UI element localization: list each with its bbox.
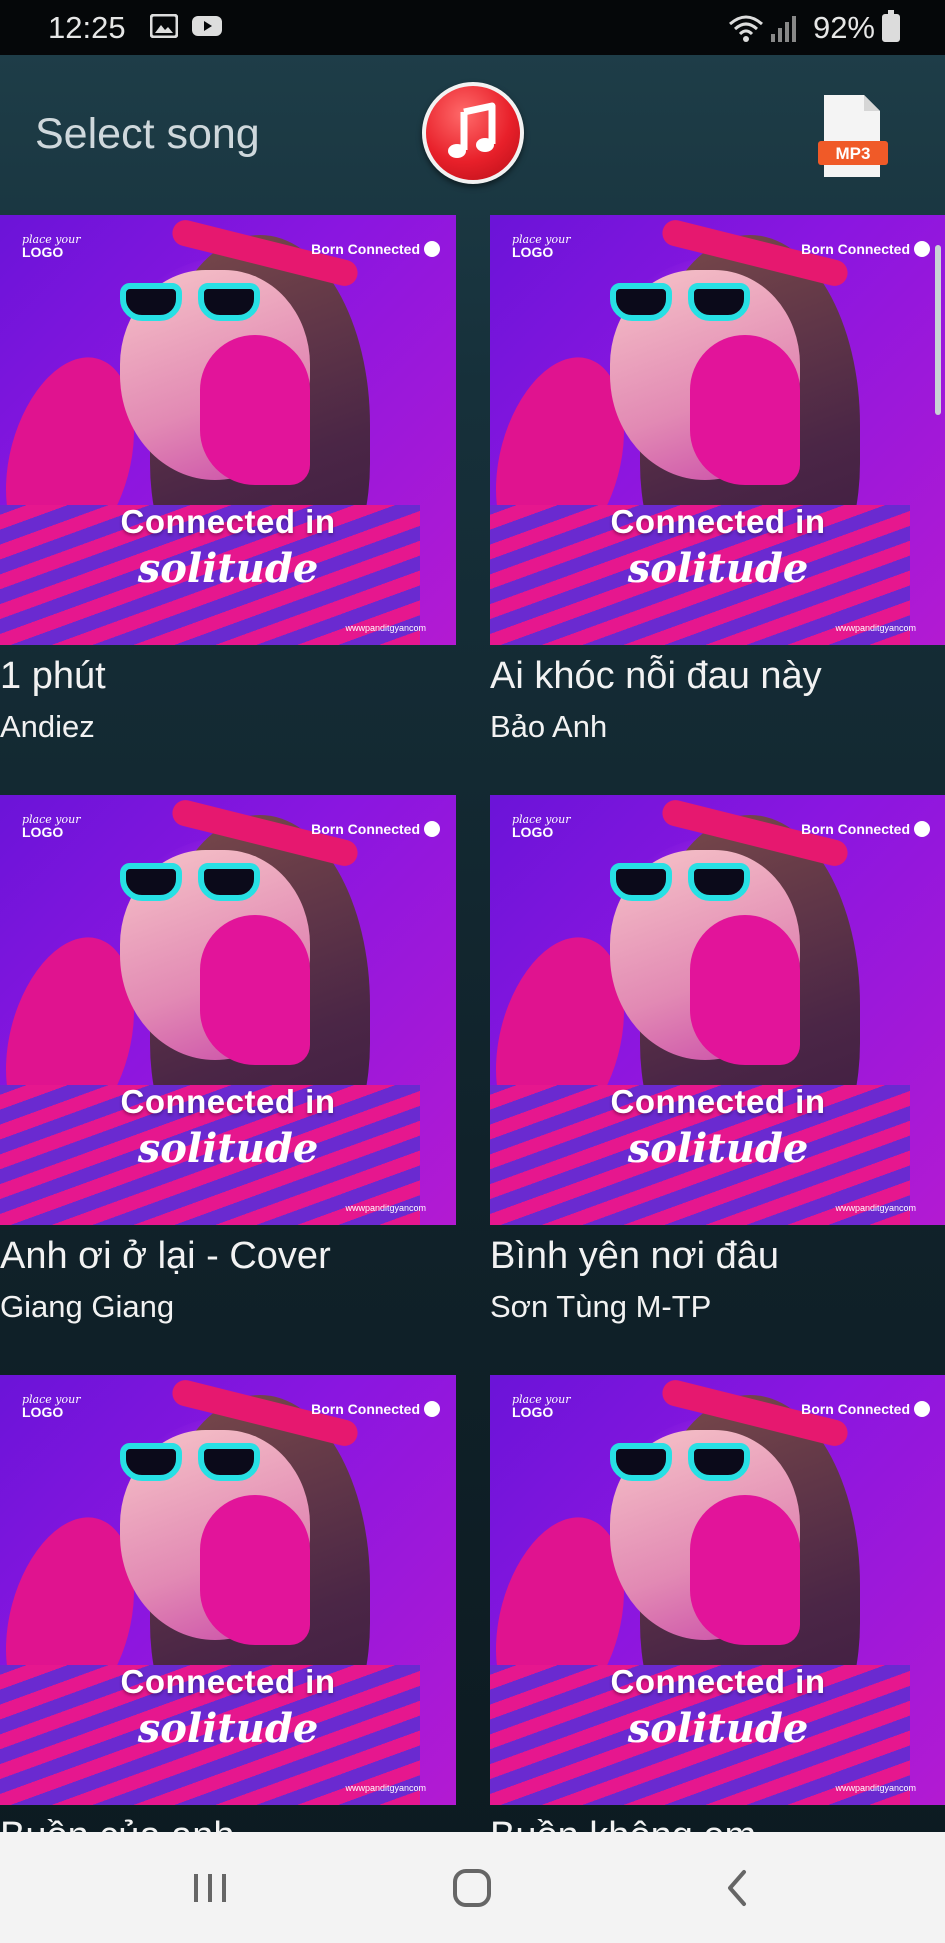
page-title: Select song (35, 110, 260, 158)
song-card[interactable]: place your LOGO Born Connected Connected … (0, 795, 456, 1325)
cover-brand: Born Connected (801, 241, 930, 257)
cover-headline: Connected in (120, 1083, 336, 1120)
song-title: Ai khóc nỗi đau này (490, 655, 822, 697)
cover-subline: solitude (627, 545, 809, 592)
song-card[interactable]: place your LOGO Born Connected Connected … (490, 1375, 945, 1832)
app-header: Select song MP3 (0, 55, 945, 215)
cover-brand: Born Connected (801, 1401, 930, 1417)
cover-logo-text: place your LOGO (22, 813, 81, 840)
mp3-file-icon[interactable]: MP3 (818, 93, 890, 179)
cover-brand: Born Connected (311, 821, 440, 837)
cover-brand: Born Connected (311, 1401, 440, 1417)
battery-icon (882, 10, 900, 42)
wifi-icon (729, 15, 763, 42)
song-artist: Andiez (0, 709, 95, 744)
cover-headline: Connected in (610, 1663, 826, 1700)
song-grid: place your LOGO Born Connected Connected … (0, 215, 945, 1832)
cover-subline: solitude (137, 1125, 319, 1172)
cover-logo-text: place your LOGO (512, 813, 571, 840)
album-cover-image: place your LOGO Born Connected Connected … (0, 795, 456, 1225)
song-title: Bình yên nơi đâu (490, 1235, 780, 1277)
back-icon[interactable] (708, 1862, 768, 1914)
cover-headline: Connected in (120, 1663, 336, 1700)
cover-url: wwwpanditgyancom (345, 623, 426, 633)
song-title: Anh ơi ở lại - Cover (0, 1235, 331, 1277)
cover-url: wwwpanditgyancom (835, 1203, 916, 1213)
cover-logo-text: place your LOGO (512, 233, 571, 260)
album-cover-image: place your LOGO Born Connected Connected … (0, 215, 456, 645)
cover-url: wwwpanditgyancom (835, 1783, 916, 1793)
cover-subline: solitude (137, 545, 319, 592)
cover-url: wwwpanditgyancom (345, 1783, 426, 1793)
cover-logo-text: place your LOGO (22, 1393, 81, 1420)
cover-headline: Connected in (610, 503, 826, 540)
album-cover-image: place your LOGO Born Connected Connected … (490, 1375, 945, 1805)
cover-subline: solitude (627, 1125, 809, 1172)
music-note-icon[interactable] (422, 82, 524, 184)
album-cover-image: place your LOGO Born Connected Connected … (490, 215, 945, 645)
song-title: 1 phút (0, 655, 106, 697)
song-card[interactable]: place your LOGO Born Connected Connected … (0, 1375, 456, 1832)
cover-subline: solitude (137, 1705, 319, 1752)
cover-brand: Born Connected (311, 241, 440, 257)
youtube-icon (192, 16, 222, 36)
song-card[interactable]: place your LOGO Born Connected Connected … (490, 795, 945, 1325)
album-cover-image: place your LOGO Born Connected Connected … (490, 795, 945, 1225)
song-card[interactable]: place your LOGO Born Connected Connected … (490, 215, 945, 745)
cover-logo-text: place your LOGO (512, 1393, 571, 1420)
scrollbar[interactable] (935, 245, 941, 415)
song-title: Buồn của anh (0, 1815, 456, 1832)
status-bar: 12:25 92% (0, 0, 945, 55)
cover-subline: solitude (627, 1705, 809, 1752)
album-cover-image: place your LOGO Born Connected Connected … (0, 1375, 456, 1805)
mp3-label: MP3 (836, 144, 871, 163)
cover-brand: Born Connected (801, 821, 930, 837)
cover-url: wwwpanditgyancom (835, 623, 916, 633)
signal-icon (771, 16, 796, 42)
navigation-bar (0, 1832, 945, 1943)
cover-headline: Connected in (610, 1083, 826, 1120)
recent-apps-icon[interactable] (180, 1862, 240, 1914)
song-title: Buồn không em (490, 1815, 945, 1832)
image-icon (150, 14, 178, 38)
song-artist: Bảo Anh (490, 709, 608, 744)
cover-logo-text: place your LOGO (22, 233, 81, 260)
home-icon[interactable] (442, 1862, 502, 1914)
screen: 12:25 92% Select song MP3 place your LOG… (0, 0, 945, 1943)
song-artist: Giang Giang (0, 1289, 175, 1324)
status-time: 12:25 (48, 10, 126, 45)
cover-headline: Connected in (120, 503, 336, 540)
cover-url: wwwpanditgyancom (345, 1203, 426, 1213)
song-card[interactable]: place your LOGO Born Connected Connected … (0, 215, 456, 745)
battery-percent: 92% (812, 10, 875, 45)
song-artist: Sơn Tùng M-TP (490, 1289, 712, 1324)
